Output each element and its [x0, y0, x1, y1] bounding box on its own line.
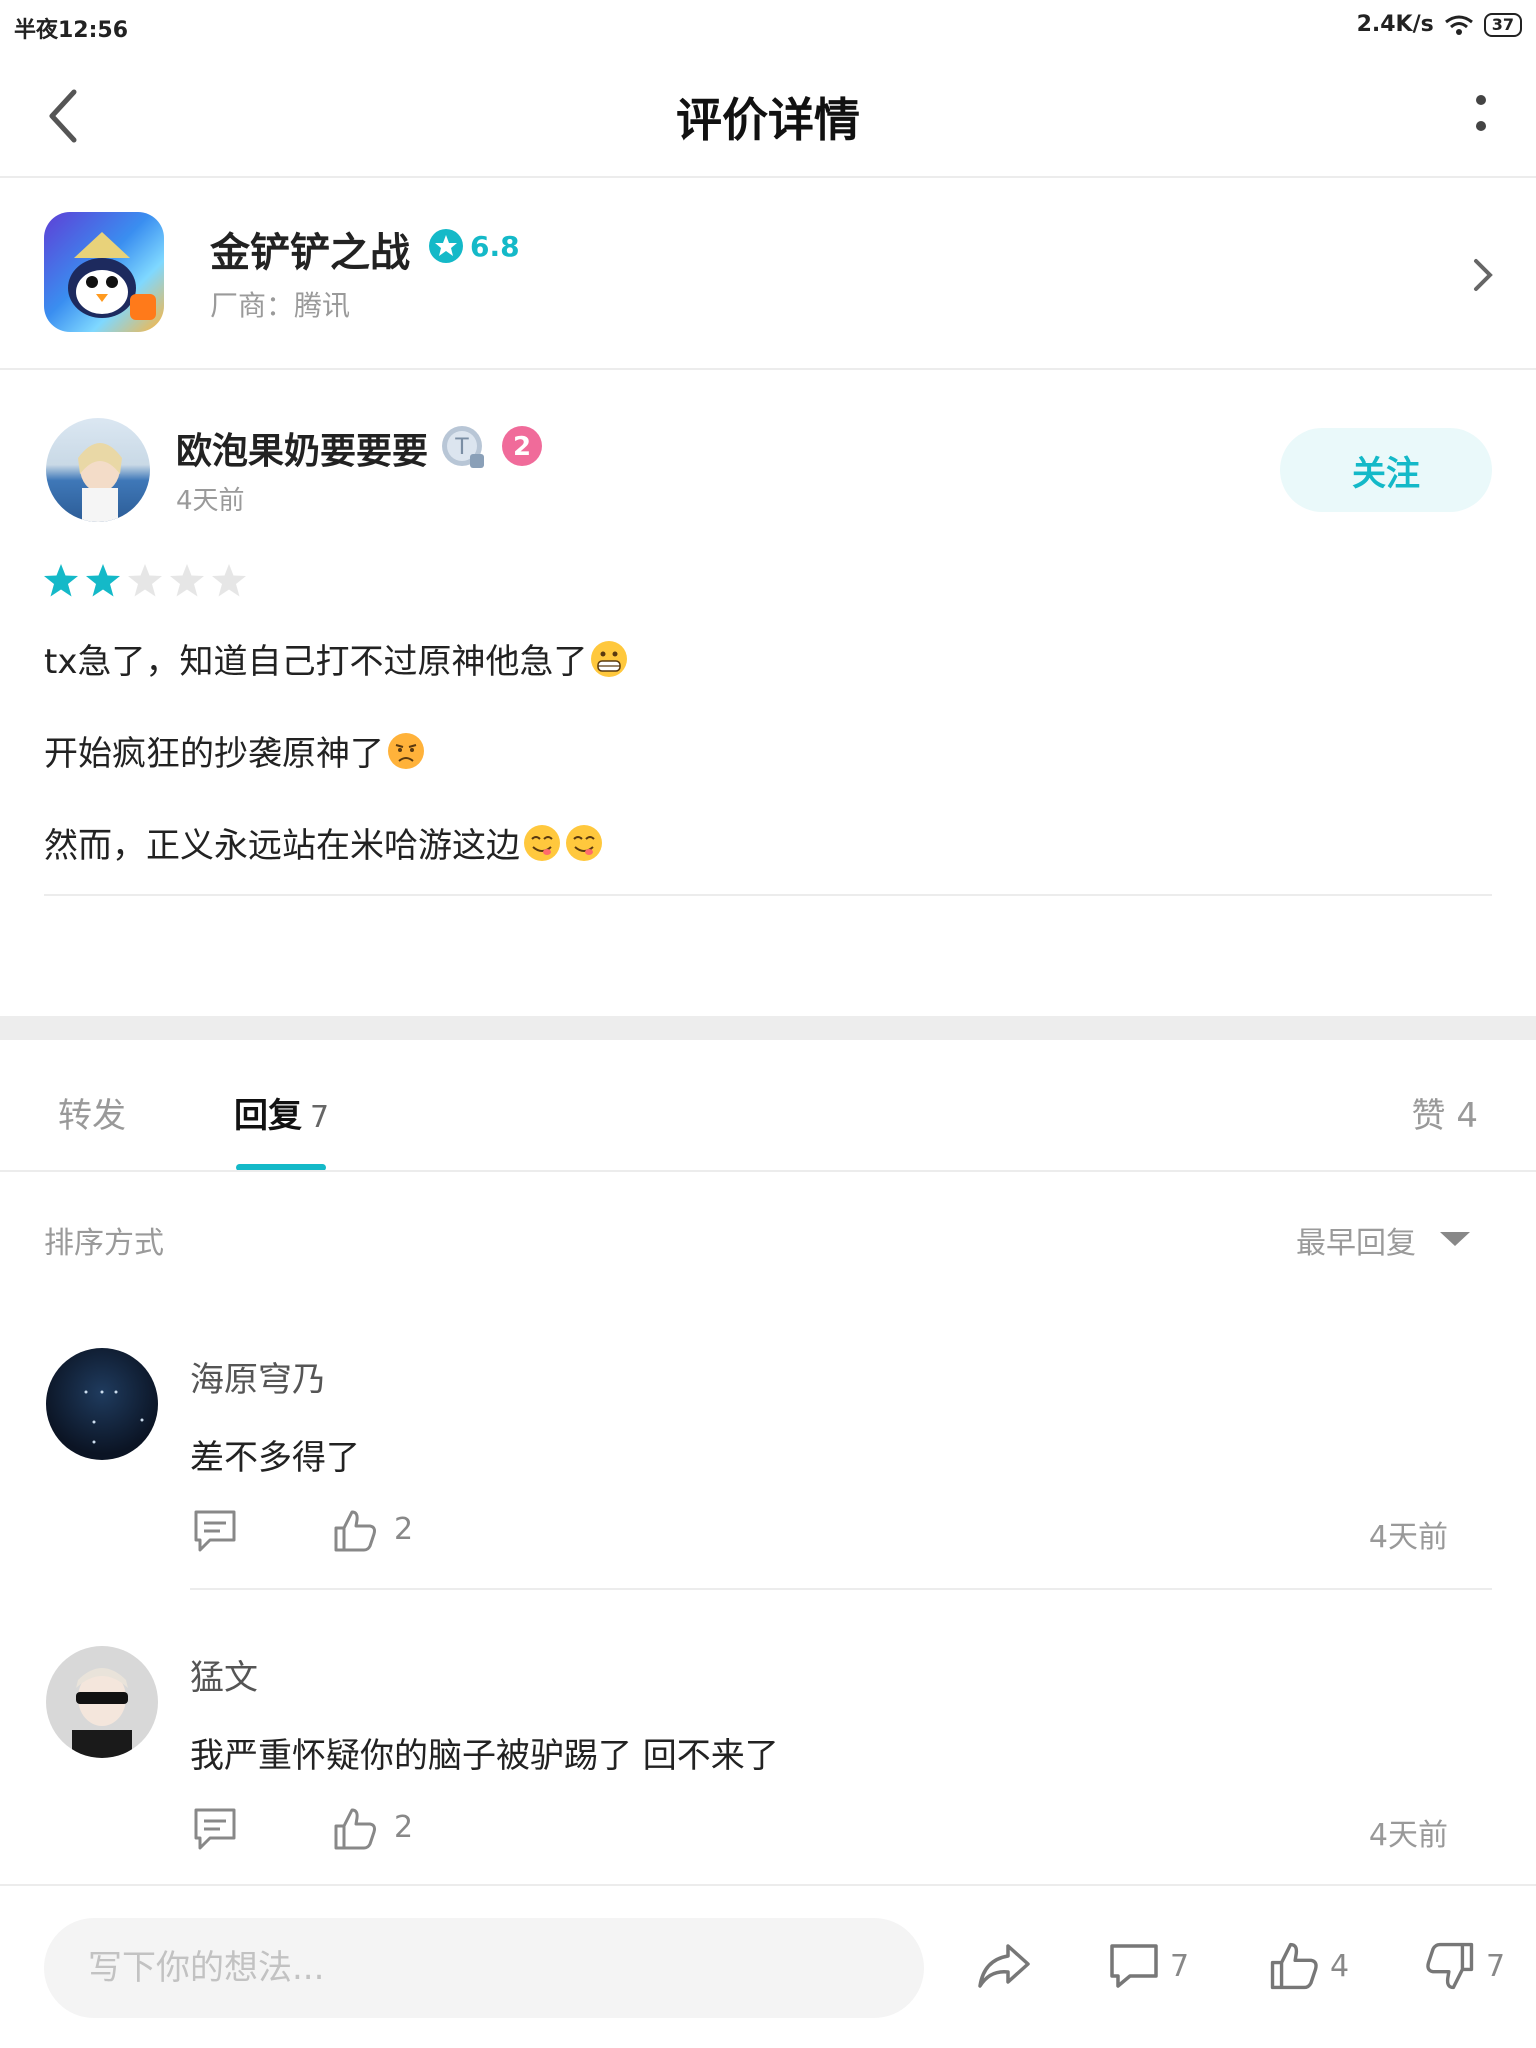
yum-emoji-icon: [566, 824, 602, 861]
status-indicators: 2.4K/s 37: [1357, 12, 1522, 37]
review-line-3: 然而，正义永远站在米哈游这边: [44, 818, 604, 867]
star-empty-icon: [128, 564, 162, 597]
comment-text: 我严重怀疑你的脑子被驴踢了 回不来了: [190, 1736, 779, 1776]
sort-value: 最早回复: [1296, 1226, 1416, 1261]
app-rating: 6.8: [428, 228, 520, 264]
page-title: 评价详情: [676, 93, 860, 147]
thumbs-up-icon[interactable]: [332, 1806, 378, 1852]
status-time: 半夜12:56: [14, 18, 129, 43]
star-filled-icon: [86, 564, 120, 597]
tabs-divider: [0, 1170, 1536, 1172]
annoyed-emoji-icon: [388, 732, 424, 769]
dislike-button[interactable]: 7: [1424, 1940, 1505, 1992]
sort-label: 排序方式: [44, 1226, 164, 1261]
chevron-right-icon: [1474, 259, 1493, 291]
comment-author[interactable]: 猛文: [190, 1650, 258, 1699]
more-options-icon[interactable]: [1466, 90, 1496, 140]
share-icon: [978, 1944, 1030, 1988]
thumbs-up-icon[interactable]: [332, 1508, 378, 1554]
app-rating-value: 6.8: [470, 229, 520, 263]
grimace-emoji-icon: [591, 640, 628, 677]
thumbs-up-icon: [1270, 1942, 1318, 1990]
tab-like-count: 4: [1456, 1096, 1478, 1136]
comment-count: 7: [1170, 1948, 1190, 1984]
comment-input[interactable]: [44, 1918, 924, 2018]
yum-emoji-icon: [524, 824, 560, 861]
tab-reply[interactable]: 回复 7: [234, 1088, 329, 1137]
review-line-2: 开始疯狂的抄袭原神了: [44, 726, 426, 775]
comment-text: 差不多得了: [190, 1438, 360, 1478]
app-name: 金铲铲之战: [210, 230, 410, 276]
thumbs-down-icon: [1426, 1942, 1474, 1990]
reply-icon[interactable]: [192, 1806, 238, 1852]
section-separator: [0, 1016, 1536, 1040]
network-speed: 2.4K/s: [1356, 12, 1434, 37]
level-badge-icon: T: [442, 426, 484, 468]
comment-avatar[interactable]: [46, 1348, 158, 1460]
sort-dropdown[interactable]: 最早回复: [1296, 1218, 1470, 1262]
star-filled-icon: [44, 564, 78, 597]
tab-reply-count: 7: [310, 1100, 330, 1135]
comment-count-button[interactable]: 7: [1108, 1940, 1189, 1992]
comment-time: 4天前: [1368, 1520, 1448, 1555]
tab-like[interactable]: 赞 4: [1412, 1088, 1478, 1137]
tab-forward[interactable]: 转发: [58, 1088, 126, 1137]
star-empty-icon: [212, 564, 246, 597]
avatar[interactable]: [46, 418, 150, 522]
review-divider: [44, 894, 1492, 896]
comment-icon: [1110, 1944, 1158, 1988]
reply-icon[interactable]: [192, 1508, 238, 1554]
star-empty-icon: [170, 564, 204, 597]
share-button[interactable]: [976, 1940, 1032, 1992]
comment-author[interactable]: 海原穹乃: [190, 1352, 326, 1401]
wifi-icon: [1444, 15, 1473, 35]
review-stars: [42, 562, 248, 600]
svg-text:2: 2: [513, 432, 531, 462]
like-button[interactable]: 4: [1268, 1940, 1349, 1992]
rank-badge-icon: 2: [502, 426, 542, 466]
comment-avatar[interactable]: [46, 1646, 158, 1758]
follow-button[interactable]: 关注: [1280, 428, 1492, 512]
svg-text:T: T: [454, 435, 469, 460]
comment-like-count: 2: [394, 1810, 414, 1845]
review-line-1: tx急了，知道自己打不过原神他急了: [44, 634, 629, 683]
comment-divider: [190, 1588, 1492, 1590]
rating-star-icon: [429, 229, 463, 263]
user-name[interactable]: 欧泡果奶要要要: [176, 422, 428, 474]
comment-time: 4天前: [1368, 1818, 1448, 1853]
app-card-divider: [0, 368, 1536, 370]
app-icon: [44, 212, 164, 332]
battery-icon: 37: [1483, 12, 1522, 37]
review-time: 4天前: [176, 486, 245, 516]
app-vendor: 厂商：腾讯: [210, 289, 351, 322]
comment-like-count: 2: [394, 1512, 414, 1547]
bottom-bar-divider: [0, 1884, 1536, 1886]
dislike-count: 7: [1486, 1948, 1506, 1984]
like-count: 4: [1330, 1948, 1350, 1984]
dropdown-arrow-icon: [1440, 1232, 1470, 1246]
